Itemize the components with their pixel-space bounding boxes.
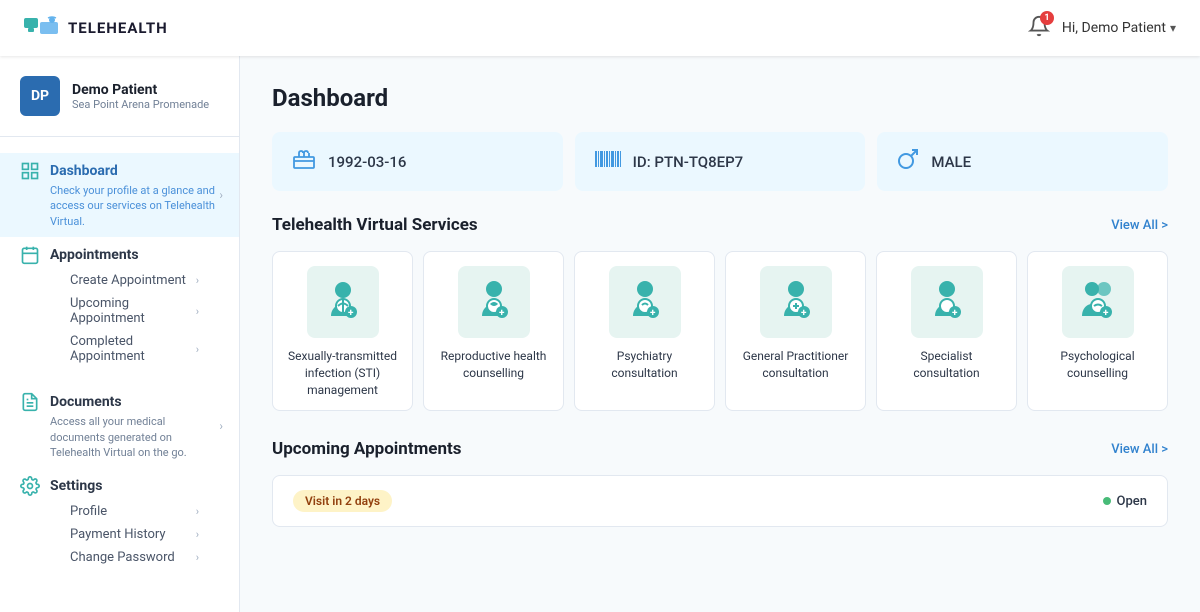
service-card-reproductive[interactable]: + Reproductive health counselling bbox=[423, 251, 564, 411]
appointments-icon bbox=[20, 245, 40, 265]
chevron-right-icon: › bbox=[196, 274, 199, 287]
sidebar-profile[interactable]: Profile › bbox=[70, 500, 219, 523]
appointments-section-header: Upcoming Appointments View All > bbox=[272, 439, 1168, 459]
gender-card: MALE bbox=[877, 132, 1168, 191]
svg-text:+: + bbox=[499, 308, 505, 319]
sidebar-payment-history[interactable]: Payment History › bbox=[70, 523, 219, 546]
open-status: Open bbox=[1103, 494, 1147, 509]
svg-text:+: + bbox=[801, 308, 807, 319]
sidebar-item-documents[interactable]: Documents › Access all your medical docu… bbox=[0, 384, 239, 468]
chevron-down-icon: ▾ bbox=[1170, 21, 1176, 35]
user-greeting[interactable]: Hi, Demo Patient ▾ bbox=[1062, 20, 1176, 36]
appointments-section: Upcoming Appointments View All > Visit i… bbox=[272, 439, 1168, 527]
reproductive-icon-bg: + bbox=[458, 266, 530, 338]
user-location: Sea Point Arena Promenade bbox=[72, 98, 209, 111]
psychiatry-icon-bg: + bbox=[609, 266, 681, 338]
services-title: Telehealth Virtual Services bbox=[272, 215, 478, 235]
sidebar-documents-label: Documents bbox=[50, 394, 122, 410]
logo: TELEHEALTH bbox=[24, 14, 168, 42]
notification-bell[interactable]: 1 bbox=[1028, 15, 1050, 41]
visit-badge: Visit in 2 days bbox=[293, 490, 392, 512]
service-specialist-label: Specialist consultation bbox=[887, 348, 1006, 382]
services-grid: + Sexually-transmitted infection (STI) m… bbox=[272, 251, 1168, 411]
sidebar-documents-desc: Access all your medical documents genera… bbox=[20, 414, 219, 460]
svg-text:+: + bbox=[650, 308, 656, 319]
service-card-psychiatry[interactable]: + Psychiatry consultation bbox=[574, 251, 715, 411]
appointments-view-all[interactable]: View All > bbox=[1111, 442, 1168, 457]
sidebar-dashboard-label: Dashboard bbox=[50, 163, 118, 179]
dashboard-icon bbox=[20, 161, 40, 181]
svg-text:+: + bbox=[952, 308, 958, 319]
user-name: Demo Patient bbox=[72, 82, 209, 98]
service-card-gp[interactable]: + General Practitioner consultation bbox=[725, 251, 866, 411]
service-card-specialist[interactable]: + Specialist consultation bbox=[876, 251, 1017, 411]
dob-card: 1992-03-16 bbox=[272, 132, 563, 191]
notification-badge: 1 bbox=[1040, 11, 1054, 25]
sti-icon-bg: + bbox=[307, 266, 379, 338]
sidebar-item-appointments[interactable]: Appointments Create Appointment › Upcomi… bbox=[0, 237, 239, 384]
id-value: ID: PTN-TQ8EP7 bbox=[633, 153, 744, 171]
logo-text: TELEHEALTH bbox=[68, 19, 168, 37]
service-card-psychological[interactable]: + Psychological counselling bbox=[1027, 251, 1168, 411]
app-body: DP Demo Patient Sea Point Arena Promenad… bbox=[0, 56, 1200, 612]
chevron-right-icon: › bbox=[196, 551, 199, 564]
chevron-right-icon: › bbox=[219, 188, 223, 202]
specialist-icon-bg: + bbox=[911, 266, 983, 338]
sidebar-change-password[interactable]: Change Password › bbox=[70, 546, 219, 569]
logo-icon bbox=[24, 14, 60, 42]
service-sti-label: Sexually-transmitted infection (STI) man… bbox=[283, 348, 402, 398]
sidebar-create-appointment[interactable]: Create Appointment › bbox=[70, 269, 219, 292]
sidebar-completed-appointment[interactable]: Completed Appointment › bbox=[70, 330, 219, 368]
page-title: Dashboard bbox=[272, 84, 1168, 112]
barcode-icon bbox=[595, 149, 621, 174]
chevron-right-icon: › bbox=[196, 343, 199, 356]
documents-icon bbox=[20, 392, 40, 412]
chevron-right-icon: › bbox=[219, 419, 223, 433]
svg-text:+: + bbox=[1103, 308, 1109, 319]
app-header: TELEHEALTH 1 Hi, Demo Patient ▾ bbox=[0, 0, 1200, 56]
psychological-icon-bg: + bbox=[1062, 266, 1134, 338]
services-section-header: Telehealth Virtual Services View All > bbox=[272, 215, 1168, 235]
service-gp-label: General Practitioner consultation bbox=[736, 348, 855, 382]
open-dot-icon bbox=[1103, 497, 1111, 505]
male-icon bbox=[897, 148, 919, 175]
service-psychological-label: Psychological counselling bbox=[1038, 348, 1157, 382]
sidebar-appointments-label: Appointments bbox=[50, 247, 139, 263]
chevron-right-icon: › bbox=[196, 505, 199, 518]
service-reproductive-label: Reproductive health counselling bbox=[434, 348, 553, 382]
header-right: 1 Hi, Demo Patient ▾ bbox=[1028, 15, 1176, 41]
gp-icon-bg: + bbox=[760, 266, 832, 338]
sidebar-item-dashboard[interactable]: Dashboard › Check your profile at a glan… bbox=[0, 153, 239, 237]
settings-sub-items: Profile › Payment History › Change Passw… bbox=[20, 496, 219, 577]
appointments-sub-items: Create Appointment › Upcoming Appointmen… bbox=[20, 265, 219, 376]
id-card: ID: PTN-TQ8EP7 bbox=[575, 132, 866, 191]
appointment-card[interactable]: Visit in 2 days Open bbox=[272, 475, 1168, 527]
services-view-all[interactable]: View All > bbox=[1111, 218, 1168, 233]
open-status-label: Open bbox=[1117, 494, 1147, 509]
user-section: DP Demo Patient Sea Point Arena Promenad… bbox=[0, 76, 239, 137]
sidebar-settings-label: Settings bbox=[50, 478, 102, 494]
dob-value: 1992-03-16 bbox=[328, 153, 406, 171]
svg-text:+: + bbox=[348, 308, 354, 319]
nav-section: Dashboard › Check your profile at a glan… bbox=[0, 137, 239, 601]
sidebar-upcoming-appointment[interactable]: Upcoming Appointment › bbox=[70, 292, 219, 330]
service-psychiatry-label: Psychiatry consultation bbox=[585, 348, 704, 382]
chevron-right-icon: › bbox=[196, 528, 199, 541]
sidebar: DP Demo Patient Sea Point Arena Promenad… bbox=[0, 56, 240, 612]
service-card-sti[interactable]: + Sexually-transmitted infection (STI) m… bbox=[272, 251, 413, 411]
avatar: DP bbox=[20, 76, 60, 116]
birthday-icon bbox=[292, 149, 316, 174]
sidebar-item-settings[interactable]: Settings Profile › Payment History › Cha… bbox=[0, 468, 239, 585]
settings-icon bbox=[20, 476, 40, 496]
appointments-title: Upcoming Appointments bbox=[272, 439, 462, 459]
sidebar-dashboard-desc: Check your profile at a glance and acces… bbox=[20, 183, 219, 229]
user-info: Demo Patient Sea Point Arena Promenade bbox=[72, 82, 209, 111]
gender-value: MALE bbox=[931, 153, 971, 171]
info-cards: 1992-03-16 bbox=[272, 132, 1168, 191]
main-content: Dashboard 1992-03-16 bbox=[240, 56, 1200, 612]
chevron-right-icon: › bbox=[196, 305, 199, 318]
